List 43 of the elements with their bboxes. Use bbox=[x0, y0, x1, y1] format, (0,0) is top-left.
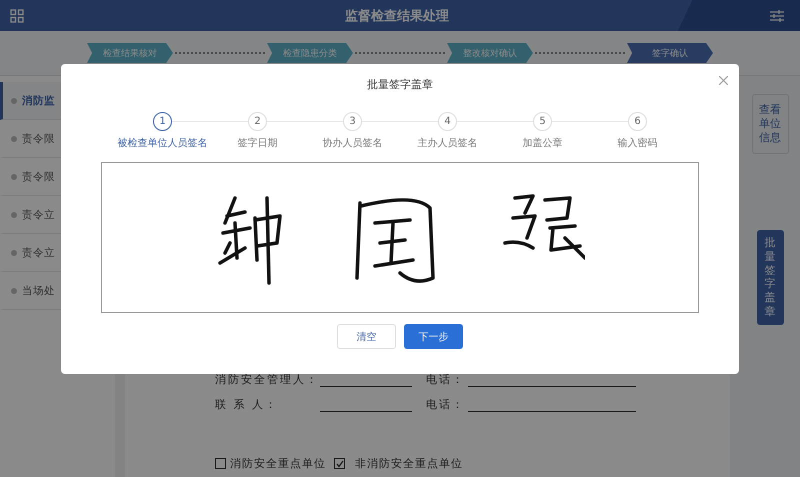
side-button[interactable]: 查看单位信息 bbox=[752, 94, 788, 154]
bullet-icon bbox=[11, 212, 17, 218]
step-number[interactable]: 6 bbox=[628, 112, 647, 131]
bullet-icon bbox=[11, 136, 17, 142]
bullet-icon bbox=[11, 250, 17, 256]
page-title: 监督检查结果处理 bbox=[345, 8, 449, 24]
step-number[interactable]: 4 bbox=[438, 112, 457, 131]
checkbox-label: 非消防安全重点单位 bbox=[355, 456, 463, 471]
close-icon[interactable] bbox=[719, 76, 728, 85]
progress-step[interactable]: 签字确认 bbox=[627, 43, 713, 63]
signature-pad[interactable] bbox=[101, 162, 699, 313]
step-number[interactable]: 2 bbox=[248, 112, 267, 131]
bullet-icon bbox=[11, 288, 17, 294]
sidebar-item-label: 责令立 bbox=[22, 208, 55, 222]
bullet-icon bbox=[11, 174, 17, 180]
bullet-icon bbox=[11, 98, 17, 104]
step-label: 协办人员签名 bbox=[322, 136, 382, 150]
step-number[interactable]: 5 bbox=[533, 112, 552, 131]
next-button[interactable]: 下一步 bbox=[404, 324, 463, 349]
checkbox-label: 消防安全重点单位 bbox=[230, 456, 326, 471]
field-label: 联 系 人： bbox=[215, 397, 279, 412]
step-label: 被检查单位人员签名 bbox=[118, 136, 208, 150]
side-button[interactable]: 批量签字盖章 bbox=[756, 230, 784, 324]
step-number[interactable]: 3 bbox=[343, 112, 362, 131]
field-label: 电话： bbox=[426, 397, 466, 412]
step-label: 签字日期 bbox=[238, 136, 278, 150]
checkbox[interactable] bbox=[215, 458, 226, 469]
step-label: 输入密码 bbox=[618, 136, 658, 150]
settings-icon[interactable] bbox=[770, 10, 784, 22]
field-label: 消防安全管理人： bbox=[215, 372, 320, 387]
sidebar-item-label: 责令限 bbox=[22, 170, 55, 184]
grid-icon[interactable] bbox=[10, 8, 24, 22]
field-label: 电话： bbox=[426, 372, 466, 387]
sidebar-item-label: 责令立 bbox=[22, 246, 55, 260]
checkbox[interactable] bbox=[334, 458, 345, 469]
step-label: 加盖公章 bbox=[522, 136, 562, 150]
step-label: 主办人员签名 bbox=[418, 136, 478, 150]
sidebar-item-label: 责令限 bbox=[22, 132, 55, 146]
sidebar-item-label: 消防监 bbox=[22, 94, 55, 108]
dialog-title: 批量签字盖章 bbox=[367, 77, 433, 92]
step-number[interactable]: 1 bbox=[153, 112, 172, 131]
clear-button[interactable]: 清空 bbox=[337, 324, 396, 349]
sidebar-item-label: 当场处 bbox=[22, 284, 55, 298]
